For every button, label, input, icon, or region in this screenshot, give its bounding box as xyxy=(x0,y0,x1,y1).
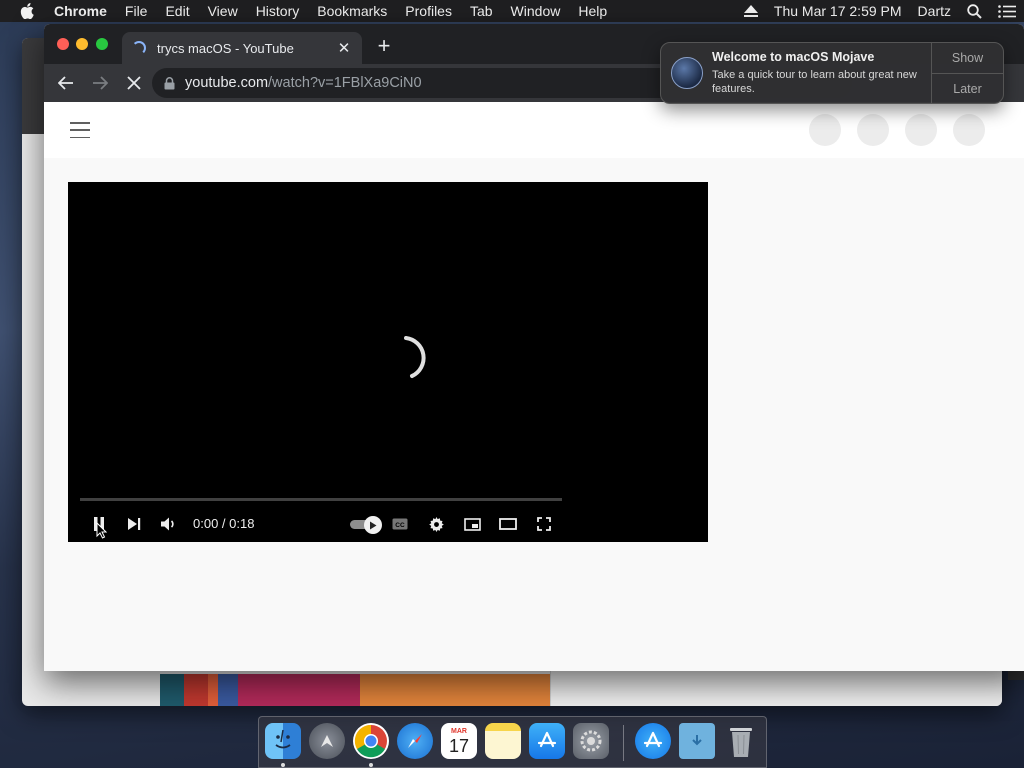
autoplay-toggle[interactable] xyxy=(350,516,382,534)
apple-menu-icon[interactable] xyxy=(0,0,54,22)
header-placeholder-icon[interactable] xyxy=(953,114,985,146)
notes-icon[interactable] xyxy=(485,723,521,759)
player-controls: 0:00 / 0:18 CC xyxy=(68,508,708,540)
lock-icon[interactable] xyxy=(164,76,175,90)
trash-icon[interactable] xyxy=(723,723,759,759)
tab-title: trycs macOS - YouTube xyxy=(157,40,294,56)
svg-text:CC: CC xyxy=(395,522,405,529)
autoplay-play-icon xyxy=(364,516,382,534)
downloads-folder-icon[interactable] xyxy=(679,723,715,759)
video-player[interactable]: 0:00 / 0:18 CC xyxy=(68,182,708,542)
url-path: /watch?v=1FBlXa9CiN0 xyxy=(268,75,422,91)
next-video-button[interactable] xyxy=(123,508,145,540)
menu-file[interactable]: File xyxy=(116,0,157,22)
miniplayer-icon[interactable] xyxy=(460,508,484,540)
header-placeholder-icon[interactable] xyxy=(809,114,841,146)
loading-spinner-icon xyxy=(390,334,430,387)
menu-profiles[interactable]: Profiles xyxy=(396,0,461,22)
menu-bar: Chrome File Edit View History Bookmarks … xyxy=(0,0,1024,22)
header-placeholder-icon[interactable] xyxy=(857,114,889,146)
control-menu-icon[interactable] xyxy=(990,0,1024,22)
notification-body: Take a quick tour to learn about great n… xyxy=(712,69,917,95)
window-maximize-button[interactable] xyxy=(96,38,108,50)
notification-show-button[interactable]: Show xyxy=(932,43,1003,73)
new-tab-button[interactable]: + xyxy=(374,35,394,57)
launchpad-icon[interactable] xyxy=(309,723,345,759)
header-placeholder-icon[interactable] xyxy=(905,114,937,146)
menubar-clock[interactable]: Thu Mar 17 2:59 PM xyxy=(766,0,910,22)
dock: MAR 17 xyxy=(258,716,767,768)
menu-window[interactable]: Window xyxy=(502,0,570,22)
youtube-header xyxy=(44,102,1024,158)
mojave-notification[interactable]: Welcome to macOS Mojave Take a quick tou… xyxy=(660,42,1004,104)
menu-view[interactable]: View xyxy=(199,0,247,22)
chrome-running-indicator xyxy=(369,763,373,767)
app-store-installer-icon[interactable] xyxy=(635,723,671,759)
fullscreen-icon[interactable] xyxy=(532,508,556,540)
forward-button[interactable] xyxy=(86,69,114,97)
tab-youtube[interactable]: trycs macOS - YouTube ✕ xyxy=(122,32,362,64)
notification-later-button[interactable]: Later xyxy=(932,73,1003,103)
spotlight-search-icon[interactable] xyxy=(959,0,990,22)
menu-help[interactable]: Help xyxy=(569,0,616,22)
mouse-cursor-icon xyxy=(96,521,108,544)
safari-icon[interactable] xyxy=(397,723,433,759)
video-time-display: 0:00 / 0:18 xyxy=(193,516,255,531)
dock-separator xyxy=(623,725,624,761)
menu-history[interactable]: History xyxy=(247,0,309,22)
notification-title: Welcome to macOS Mojave xyxy=(712,50,875,64)
window-close-button[interactable] xyxy=(57,38,69,50)
tab-loading-icon xyxy=(132,41,146,55)
settings-gear-icon[interactable] xyxy=(424,508,448,540)
finder-icon[interactable] xyxy=(265,723,301,759)
back-button[interactable] xyxy=(52,69,80,97)
mojave-app-icon xyxy=(671,57,703,89)
menu-app-name[interactable]: Chrome xyxy=(54,0,116,22)
menubar-user[interactable]: Dartz xyxy=(910,0,959,22)
menu-bookmarks[interactable]: Bookmarks xyxy=(308,0,396,22)
finder-running-indicator xyxy=(281,763,285,767)
captions-icon[interactable]: CC xyxy=(388,508,412,540)
calendar-month: MAR xyxy=(451,727,467,735)
eject-icon[interactable] xyxy=(736,0,766,22)
menu-edit[interactable]: Edit xyxy=(156,0,198,22)
url-host: youtube.com xyxy=(185,75,269,91)
stop-loading-button[interactable] xyxy=(120,69,148,97)
chrome-icon[interactable] xyxy=(353,723,389,759)
app-store-icon[interactable] xyxy=(529,723,565,759)
chrome-window: trycs macOS - YouTube ✕ + youtube.com/wa… xyxy=(44,24,1024,671)
volume-icon[interactable] xyxy=(158,508,180,540)
video-progress-bar[interactable] xyxy=(80,498,562,501)
tab-close-icon[interactable]: ✕ xyxy=(336,40,352,57)
calendar-day: 17 xyxy=(448,735,470,756)
theater-mode-icon[interactable] xyxy=(496,508,520,540)
background-wallpaper-thumbnail xyxy=(160,674,550,706)
guide-menu-icon[interactable] xyxy=(70,122,90,138)
menu-tab[interactable]: Tab xyxy=(461,0,502,22)
system-preferences-icon[interactable] xyxy=(573,723,609,759)
window-minimize-button[interactable] xyxy=(76,38,88,50)
calendar-icon[interactable]: MAR 17 xyxy=(441,723,477,759)
